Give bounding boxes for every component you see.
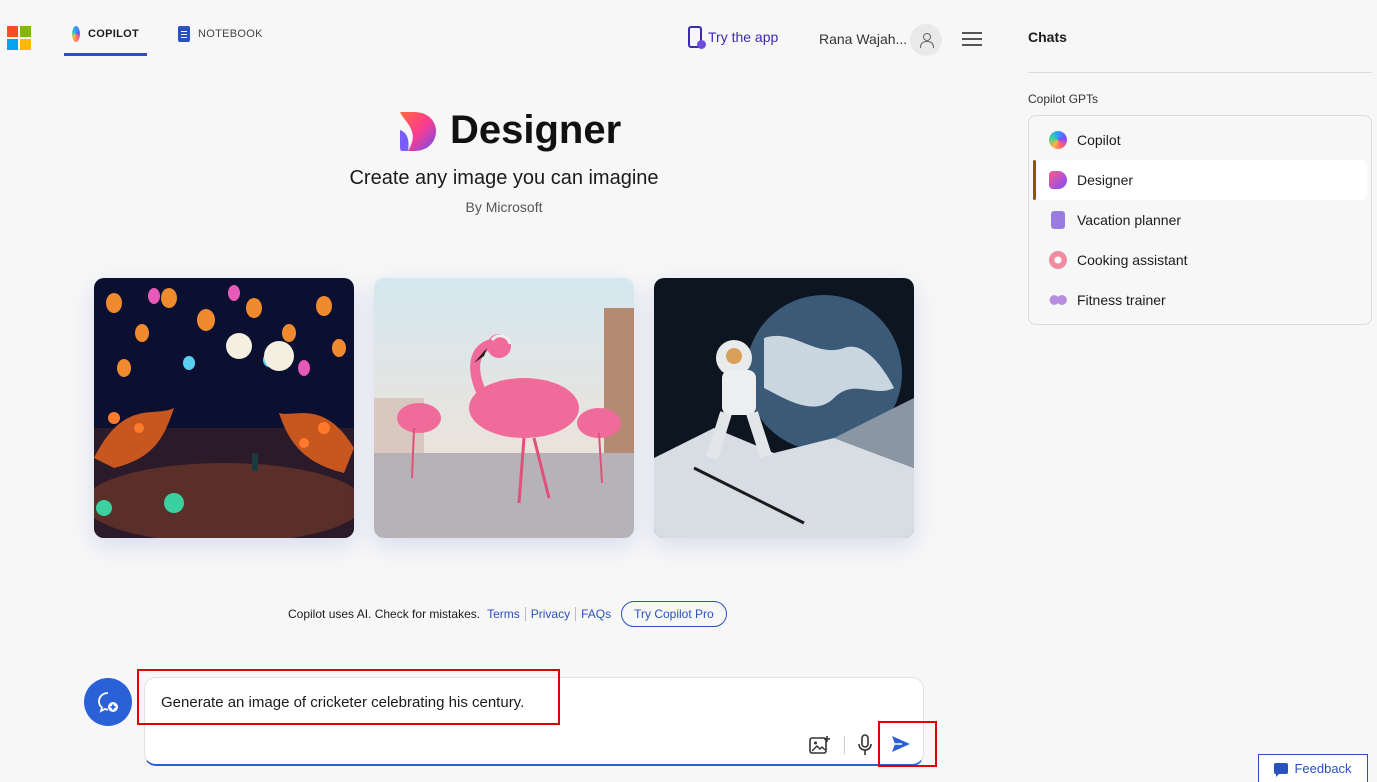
avatar[interactable]	[910, 24, 942, 56]
privacy-link[interactable]: Privacy	[531, 607, 570, 621]
disclaimer-text: Copilot uses AI. Check for mistakes.	[288, 606, 481, 621]
page-title: Designer	[450, 108, 622, 152]
faqs-link[interactable]: FAQs	[581, 607, 611, 621]
disclaimer-row: Copilot uses AI. Check for mistakes. Ter…	[288, 600, 727, 627]
publisher-label: By Microsoft	[465, 199, 543, 215]
notebook-icon	[178, 26, 190, 42]
gpt-item-label: Vacation planner	[1077, 212, 1182, 228]
send-highlight-box	[878, 721, 937, 767]
gpt-item-label: Fitness trainer	[1077, 292, 1166, 308]
designer-icon	[1049, 171, 1067, 189]
tab-notebook[interactable]: NOTEBOOK	[170, 22, 271, 56]
tab-notebook-label: NOTEBOOK	[198, 28, 263, 40]
copilot-icon	[1049, 131, 1067, 149]
donut-icon	[1049, 251, 1067, 269]
gpt-item-vacation-planner[interactable]: Vacation planner	[1033, 200, 1367, 240]
example-image-astronaut[interactable]	[654, 278, 914, 538]
link-divider	[575, 606, 577, 621]
example-image-flamingo[interactable]	[374, 278, 634, 538]
new-topic-button[interactable]	[84, 678, 132, 726]
microphone-icon[interactable]	[857, 734, 873, 756]
tab-copilot[interactable]: COPILOT	[64, 22, 147, 56]
gpt-item-label: Designer	[1077, 172, 1134, 188]
copilot-gpts-label: Copilot GPTs	[1028, 92, 1099, 106]
feedback-label: Feedback	[1294, 761, 1352, 776]
toolbar-divider	[844, 736, 845, 754]
sidebar-divider	[1028, 72, 1372, 73]
gpt-item-label: Cooking assistant	[1077, 252, 1188, 268]
suitcase-icon	[1051, 211, 1065, 229]
example-image-lanterns[interactable]	[94, 278, 354, 538]
person-icon	[920, 33, 934, 48]
terms-link[interactable]: Terms	[487, 607, 520, 621]
input-highlight-box	[137, 669, 560, 725]
hamburger-menu-icon[interactable]	[962, 32, 982, 46]
new-chat-icon	[98, 692, 118, 713]
designer-logo-icon	[400, 112, 436, 151]
chats-heading: Chats	[1028, 29, 1067, 45]
try-copilot-pro-button[interactable]: Try Copilot Pro	[621, 600, 727, 627]
feedback-button[interactable]: Feedback	[1258, 754, 1368, 782]
link-divider	[524, 606, 526, 621]
gpt-list: Copilot Designer Vacation planner Cookin…	[1028, 115, 1372, 325]
copilot-icon	[72, 26, 80, 42]
try-the-app-link[interactable]: Try the app	[688, 26, 779, 49]
gpt-item-copilot[interactable]: Copilot	[1033, 120, 1367, 160]
user-name[interactable]: Rana Wajah...	[819, 31, 907, 47]
phone-icon	[688, 26, 706, 49]
gpt-item-label: Copilot	[1077, 132, 1121, 148]
microsoft-logo[interactable]	[7, 26, 31, 50]
page-subtitle: Create any image you can imagine	[349, 167, 659, 189]
gpt-item-fitness-trainer[interactable]: Fitness trainer	[1033, 280, 1367, 320]
gpt-item-designer[interactable]: Designer	[1033, 160, 1367, 200]
gpt-item-cooking-assistant[interactable]: Cooking assistant	[1033, 240, 1367, 280]
dumbbell-icon	[1049, 291, 1067, 309]
add-image-icon[interactable]	[809, 735, 831, 755]
tab-copilot-label: COPILOT	[88, 28, 139, 40]
feedback-icon	[1274, 763, 1289, 777]
try-the-app-label: Try the app	[708, 29, 779, 45]
